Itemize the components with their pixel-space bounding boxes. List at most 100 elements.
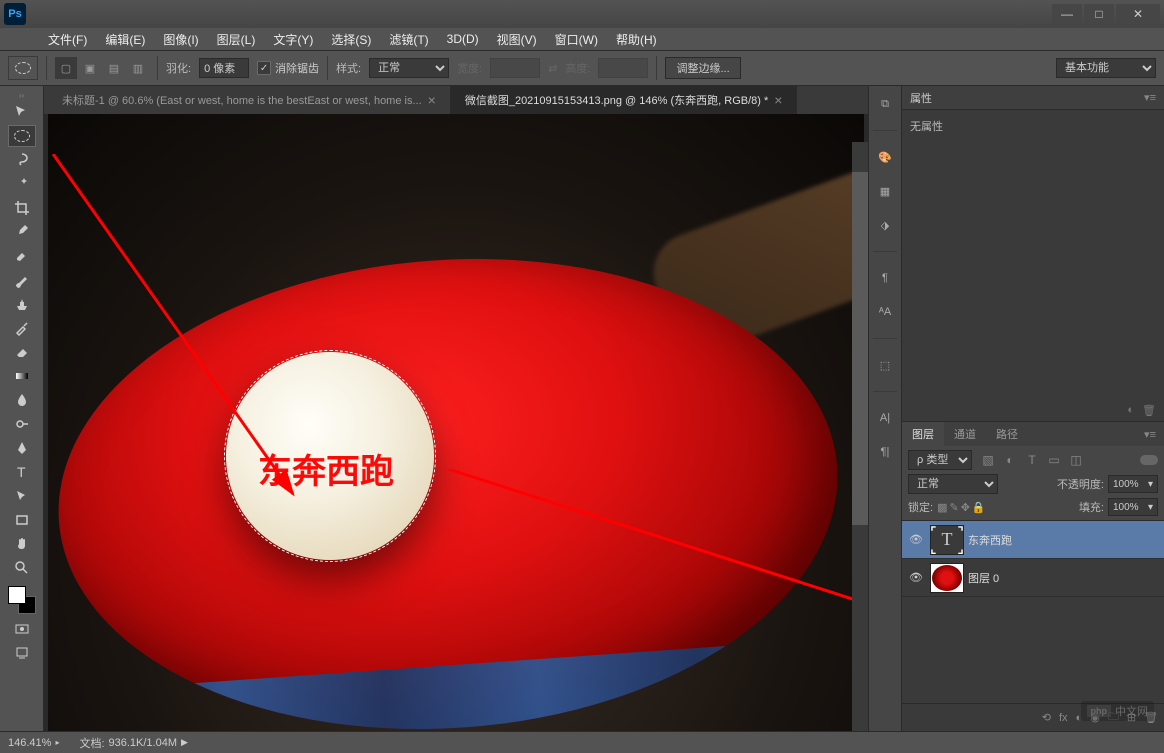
vertical-scrollbar[interactable] (852, 142, 868, 731)
menu-view[interactable]: 视图(V) (489, 29, 545, 50)
style-select[interactable]: 正常 (369, 58, 449, 78)
lock-pixels-icon[interactable]: ✎ (949, 501, 958, 514)
minimize-button[interactable]: — (1052, 4, 1082, 24)
screen-mode-toggle[interactable] (8, 642, 36, 664)
toolbox-handle[interactable]: ›› (2, 90, 42, 100)
menu-window[interactable]: 窗口(W) (547, 29, 606, 50)
opacity-input[interactable]: 100%▾ (1108, 475, 1158, 493)
channels-tab[interactable]: 通道 (944, 422, 986, 446)
layer-row-image[interactable]: 👁 图层 0 (902, 559, 1164, 597)
selection-add-icon[interactable]: ▣ (79, 57, 101, 79)
maximize-button[interactable]: □ (1084, 4, 1114, 24)
panel-menu-icon[interactable]: ▾≡ (1144, 428, 1164, 441)
visibility-toggle[interactable]: 👁 (906, 571, 926, 584)
zoom-tool[interactable] (8, 557, 36, 579)
layer-thumbnail[interactable]: T (930, 525, 964, 555)
lock-transparency-icon[interactable]: ▩ (937, 501, 947, 514)
link-layers-icon[interactable]: ⟲ (1042, 711, 1051, 724)
filter-type-icon[interactable]: T (1022, 451, 1042, 469)
document-tab-2[interactable]: 微信截图_20210915153413.png @ 146% (东奔西跑, RG… (451, 86, 798, 114)
lock-all-icon[interactable]: 🔒 (972, 501, 986, 514)
dock-character-icon[interactable]: ᴬA (873, 300, 897, 324)
rectangle-tool[interactable] (8, 509, 36, 531)
menu-select[interactable]: 选择(S) (323, 29, 379, 50)
antialias-checkbox[interactable]: 消除锯齿 (257, 60, 319, 76)
dock-swatches-icon[interactable]: ▦ (873, 179, 897, 203)
menu-filter[interactable]: 滤镜(T) (381, 29, 436, 50)
refine-edge-button[interactable]: 调整边缘... (665, 57, 740, 79)
type-tool[interactable]: T (8, 461, 36, 483)
layer-name[interactable]: 东奔西跑 (968, 532, 1012, 548)
selection-intersect-icon[interactable]: ▥ (127, 57, 149, 79)
foreground-color[interactable] (8, 586, 26, 604)
document-tab-1[interactable]: 未标题-1 @ 60.6% (East or west, home is the… (48, 86, 451, 114)
color-swatches[interactable] (8, 586, 36, 614)
dock-char-styles-icon[interactable]: A| (873, 406, 897, 430)
dock-color-icon[interactable]: 🎨 (873, 145, 897, 169)
magic-wand-tool[interactable] (8, 173, 36, 195)
layer-thumbnail[interactable] (930, 563, 964, 593)
dodge-tool[interactable] (8, 413, 36, 435)
filter-shape-icon[interactable]: ▭ (1044, 451, 1064, 469)
close-button[interactable]: ✕ (1116, 4, 1160, 24)
canvas[interactable]: 东奔西跑 (48, 114, 864, 731)
fill-input[interactable]: 100%▾ (1108, 498, 1158, 516)
properties-panel-header[interactable]: 属性 ▾≡ (902, 86, 1164, 110)
workspace-select[interactable]: 基本功能 (1056, 58, 1156, 78)
zoom-level[interactable]: 146.41% ▸ (8, 737, 59, 749)
dock-history-icon[interactable]: ⧉ (873, 92, 897, 116)
menu-edit[interactable]: 编辑(E) (97, 29, 153, 50)
menu-image[interactable]: 图像(I) (155, 29, 206, 50)
move-tool[interactable] (8, 101, 36, 123)
text-layer-content[interactable]: 东奔西跑 (258, 444, 394, 493)
panel-menu-icon[interactable]: ▾≡ (1144, 91, 1156, 104)
paths-tab[interactable]: 路径 (986, 422, 1028, 446)
quick-mask-toggle[interactable] (8, 618, 36, 640)
healing-brush-tool[interactable] (8, 245, 36, 267)
menu-3d[interactable]: 3D(D) (439, 30, 487, 48)
menu-layer[interactable]: 图层(L) (209, 29, 264, 50)
layer-effects-icon[interactable]: fx (1059, 712, 1068, 724)
clone-stamp-tool[interactable] (8, 293, 36, 315)
dock-3d-icon[interactable]: ⬚ (873, 353, 897, 377)
gradient-tool[interactable] (8, 365, 36, 387)
elliptical-marquee-tool[interactable] (8, 125, 36, 147)
layer-row-text[interactable]: 👁 T 东奔西跑 (902, 521, 1164, 559)
pen-tool[interactable] (8, 437, 36, 459)
history-brush-tool[interactable] (8, 317, 36, 339)
blur-tool[interactable] (8, 389, 36, 411)
document-size[interactable]: 文档:936.1K/1.04M ▶ (79, 735, 187, 751)
filter-adjustment-icon[interactable]: ◐ (1000, 451, 1020, 469)
brush-tool[interactable] (8, 269, 36, 291)
filter-pixel-icon[interactable]: ▧ (978, 451, 998, 469)
filter-smart-icon[interactable]: ◫ (1066, 451, 1086, 469)
hand-tool[interactable] (8, 533, 36, 555)
visibility-toggle[interactable]: 👁 (906, 533, 926, 546)
filter-toggle[interactable] (1140, 455, 1158, 465)
feather-input[interactable] (199, 58, 249, 78)
menu-help[interactable]: 帮助(H) (608, 29, 665, 50)
lock-position-icon[interactable]: ✥ (961, 501, 970, 514)
layers-tab[interactable]: 图层 (902, 422, 944, 446)
clip-mask-icon[interactable]: ◐ (1127, 404, 1134, 416)
trash-icon[interactable]: 🗑 (1142, 404, 1156, 417)
layer-filter-select[interactable]: ρ 类型 (908, 450, 972, 470)
canvas-area[interactable]: 东奔西跑 (44, 114, 868, 731)
scrollbar-thumb[interactable] (852, 172, 868, 525)
tool-preset-picker[interactable] (8, 56, 38, 80)
dock-paragraph-icon[interactable]: ¶ (873, 266, 897, 290)
menu-file[interactable]: 文件(F) (40, 29, 95, 50)
tab-close-icon[interactable]: × (428, 92, 436, 108)
blend-mode-select[interactable]: 正常 (908, 474, 998, 494)
dock-para-styles-icon[interactable]: ¶| (873, 440, 897, 464)
eyedropper-tool[interactable] (8, 221, 36, 243)
selection-subtract-icon[interactable]: ▤ (103, 57, 125, 79)
tab-close-icon[interactable]: × (774, 92, 782, 108)
layer-name[interactable]: 图层 0 (968, 570, 999, 586)
menu-type[interactable]: 文字(Y) (265, 29, 321, 50)
path-selection-tool[interactable] (8, 485, 36, 507)
crop-tool[interactable] (8, 197, 36, 219)
selection-new-icon[interactable]: ▢ (55, 57, 77, 79)
eraser-tool[interactable] (8, 341, 36, 363)
dock-styles-icon[interactable]: ⬗ (873, 213, 897, 237)
